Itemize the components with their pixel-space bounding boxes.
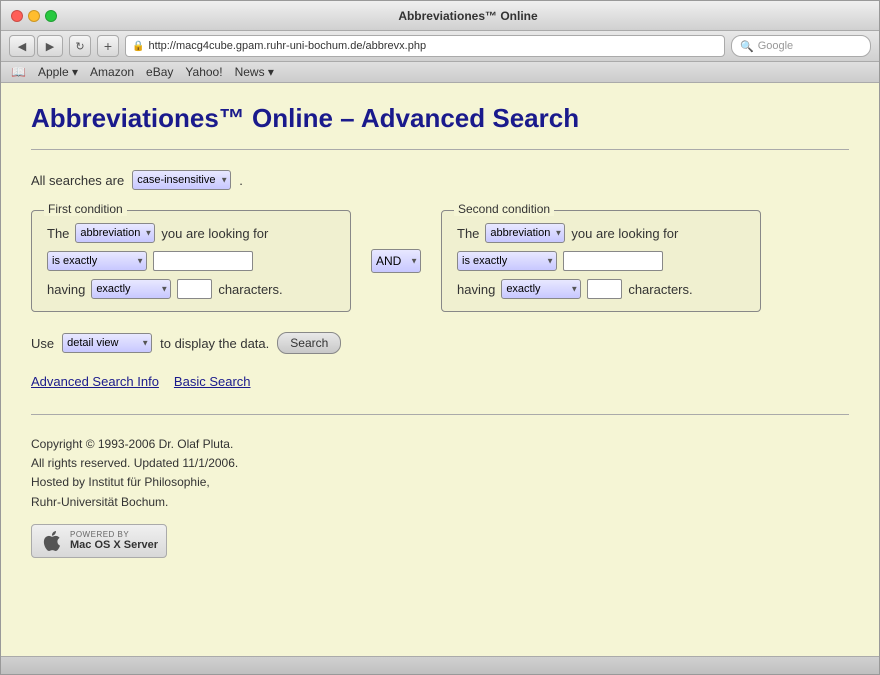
display-pre-label: Use xyxy=(31,336,54,351)
second-having-label: having xyxy=(457,282,495,297)
second-is-select[interactable]: is exactly contains starts with ends wit… xyxy=(457,251,557,271)
second-char-select[interactable]: exactly at least at most xyxy=(501,279,581,299)
second-characters-label: characters. xyxy=(628,282,692,297)
first-is-select[interactable]: is exactly contains starts with ends wit… xyxy=(47,251,147,271)
url-text: http://macg4cube.gpam.ruhr-uni-bochum.de… xyxy=(148,40,426,52)
address-bar[interactable]: 🔒 http://macg4cube.gpam.ruhr-uni-bochum.… xyxy=(125,35,725,57)
back-button[interactable]: ◀ xyxy=(9,35,35,57)
forward-button[interactable]: ▶ xyxy=(37,35,63,57)
second-abbr-select[interactable]: abbreviation expansion xyxy=(485,223,565,243)
bookmark-ebay[interactable]: eBay xyxy=(146,65,173,79)
case-select[interactable]: case-insensitive case-sensitive xyxy=(132,170,231,190)
first-is-select-wrapper: is exactly contains starts with ends wit… xyxy=(47,251,147,271)
and-select-wrapper: AND OR xyxy=(371,249,421,273)
page-title: Abbreviationes™ Online – Advanced Search xyxy=(31,103,849,134)
maximize-button[interactable] xyxy=(45,10,57,22)
title-bar: Abbreviationes™ Online xyxy=(1,1,879,31)
first-condition-box: First condition The abbreviation expansi… xyxy=(31,210,351,312)
first-char-select[interactable]: exactly at least at most xyxy=(91,279,171,299)
status-bar xyxy=(1,656,879,674)
first-condition-legend: First condition xyxy=(44,202,127,216)
bookmark-apple[interactable]: Apple ▾ xyxy=(38,65,78,79)
second-looking-for-label: you are looking for xyxy=(571,226,678,241)
advanced-search-info-link[interactable]: Advanced Search Info xyxy=(31,374,159,389)
window-title: Abbreviationes™ Online xyxy=(67,9,869,23)
search-bar[interactable]: 🔍 Google xyxy=(731,35,871,57)
footer-line1: Copyright © 1993-2006 Dr. Olaf Pluta. xyxy=(31,435,849,454)
second-condition-is-row: is exactly contains starts with ends wit… xyxy=(457,251,745,271)
first-looking-for-label: you are looking for xyxy=(161,226,268,241)
bookmark-amazon[interactable]: Amazon xyxy=(90,65,134,79)
second-abbr-select-wrapper: abbreviation expansion xyxy=(485,223,565,243)
add-bookmark-button[interactable]: + xyxy=(97,35,119,57)
first-the-label: The xyxy=(47,226,69,241)
first-characters-label: characters. xyxy=(218,282,282,297)
case-label-pre: All searches are xyxy=(31,173,124,188)
search-button[interactable]: Search xyxy=(277,332,341,354)
basic-search-link[interactable]: Basic Search xyxy=(174,374,251,389)
second-condition-abbr-row: The abbreviation expansion you are looki… xyxy=(457,223,745,243)
page-content: Abbreviationes™ Online – Advanced Search… xyxy=(1,83,879,656)
footer-line2: All rights reserved. Updated 11/1/2006. xyxy=(31,454,849,473)
apple-logo-icon xyxy=(40,529,64,553)
bookmark-yahoo[interactable]: Yahoo! xyxy=(185,65,222,79)
reload-button[interactable]: ↻ xyxy=(69,35,91,57)
second-search-input[interactable] xyxy=(563,251,663,271)
first-having-label: having xyxy=(47,282,85,297)
first-condition-is-row: is exactly contains starts with ends wit… xyxy=(47,251,335,271)
minimize-button[interactable] xyxy=(28,10,40,22)
macos-badge-text: POWERED BY Mac OS X Server xyxy=(70,530,158,551)
second-char-select-wrapper: exactly at least at most xyxy=(501,279,581,299)
first-char-input[interactable] xyxy=(177,279,212,299)
footer-divider xyxy=(31,414,849,415)
footer-line4: Ruhr-Universität Bochum. xyxy=(31,493,849,512)
second-char-input[interactable] xyxy=(587,279,622,299)
operator-select[interactable]: AND OR xyxy=(371,249,421,273)
first-abbr-select[interactable]: abbreviation expansion xyxy=(75,223,155,243)
conditions-row: First condition The abbreviation expansi… xyxy=(31,210,849,312)
toolbar: ◀ ▶ ↻ + 🔒 http://macg4cube.gpam.ruhr-uni… xyxy=(1,31,879,62)
first-condition-having-row: having exactly at least at most characte… xyxy=(47,279,335,299)
bookmarks-bar: 📖 Apple ▾ Amazon eBay Yahoo! News ▾ xyxy=(1,62,879,83)
bookmark-news[interactable]: News ▾ xyxy=(235,65,274,79)
second-condition-legend: Second condition xyxy=(454,202,554,216)
traffic-lights xyxy=(11,10,57,22)
footer-line3: Hosted by Institut für Philosophie, xyxy=(31,473,849,492)
second-condition-having-row: having exactly at least at most characte… xyxy=(457,279,745,299)
browser-window: Abbreviationes™ Online ◀ ▶ ↻ + 🔒 http://… xyxy=(0,0,880,675)
title-divider xyxy=(31,149,849,150)
second-condition-box: Second condition The abbreviation expans… xyxy=(441,210,761,312)
search-icon: 🔍 xyxy=(740,40,754,53)
search-placeholder: Google xyxy=(758,40,793,52)
first-abbr-select-wrapper: abbreviation expansion xyxy=(75,223,155,243)
close-button[interactable] xyxy=(11,10,23,22)
first-char-select-wrapper: exactly at least at most xyxy=(91,279,171,299)
second-the-label: The xyxy=(457,226,479,241)
macos-powered-label: POWERED BY xyxy=(70,530,158,539)
case-label-post: . xyxy=(239,173,243,188)
lock-icon: 🔒 xyxy=(132,41,144,52)
case-select-wrapper: case-insensitive case-sensitive xyxy=(132,170,231,190)
display-row: Use detail view list view to display the… xyxy=(31,332,849,354)
first-condition-abbr-row: The abbreviation expansion you are looki… xyxy=(47,223,335,243)
open-book-icon: 📖 xyxy=(11,65,26,79)
display-post-label: to display the data. xyxy=(160,336,269,351)
first-search-input[interactable] xyxy=(153,251,253,271)
macos-name-label: Mac OS X Server xyxy=(70,539,158,551)
second-is-select-wrapper: is exactly contains starts with ends wit… xyxy=(457,251,557,271)
macos-badge: POWERED BY Mac OS X Server xyxy=(31,524,167,558)
display-select[interactable]: detail view list view xyxy=(62,333,152,353)
footer: Copyright © 1993-2006 Dr. Olaf Pluta. Al… xyxy=(31,435,849,512)
case-row: All searches are case-insensitive case-s… xyxy=(31,170,849,190)
links-row: Advanced Search Info Basic Search xyxy=(31,374,849,389)
nav-buttons: ◀ ▶ xyxy=(9,35,63,57)
operator-wrapper: AND OR xyxy=(371,249,421,273)
display-select-wrapper: detail view list view xyxy=(62,333,152,353)
